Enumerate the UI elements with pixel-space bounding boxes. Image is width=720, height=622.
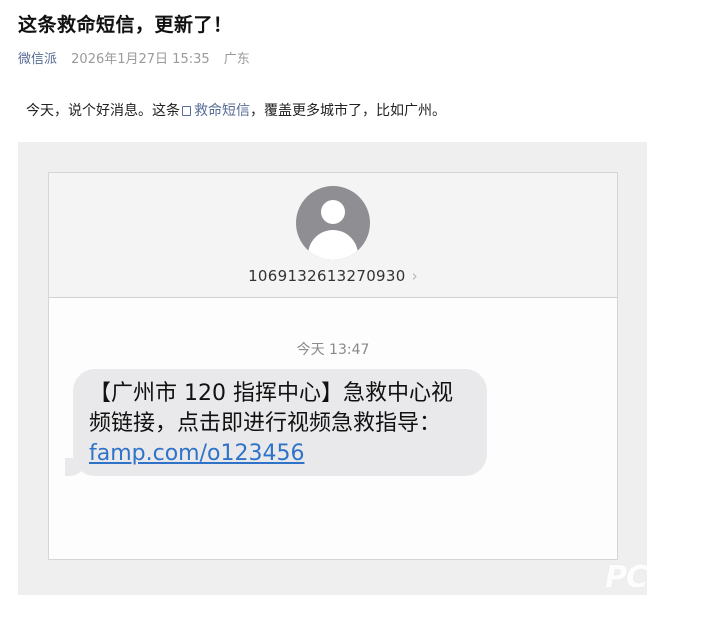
site-watermark: PC bbox=[604, 560, 647, 595]
message-timestamp: 今天 13:47 bbox=[296, 342, 370, 358]
intro-paragraph: 今天，说个好消息。这条 救命短信，覆盖更多城市了，比如广州。 bbox=[26, 100, 446, 120]
person-avatar-icon bbox=[296, 186, 370, 260]
message-url-link[interactable]: famp.com/o123456 bbox=[89, 439, 471, 469]
sms-conversation: 1069132613270930 › 今天 13:47 【广州市 120 指挥中心… bbox=[48, 172, 618, 560]
message-line-1: 【广州市 120 指挥中心】急救中心视 bbox=[89, 381, 453, 406]
link-doc-icon bbox=[182, 106, 191, 116]
sender-number-text: 1069132613270930 bbox=[248, 267, 406, 285]
author-link[interactable]: 微信派 bbox=[18, 52, 57, 67]
publish-location: 广东 bbox=[223, 52, 250, 67]
conversation-header[interactable]: 1069132613270930 › bbox=[49, 173, 617, 298]
sender-number: 1069132613270930 › bbox=[49, 267, 617, 285]
message-line-2: 频链接，点击即进行视频急救指导： bbox=[89, 411, 442, 436]
intro-text-after: ，覆盖更多城市了，比如广州。 bbox=[250, 103, 446, 119]
intro-link[interactable]: 救命短信 bbox=[180, 103, 250, 119]
article-title: 这条救命短信，更新了！ bbox=[18, 14, 233, 36]
article-meta: 微信派 2026年1月27日 15:35 广东 bbox=[18, 48, 250, 67]
publish-date: 2026年1月27日 15:35 bbox=[71, 52, 210, 67]
intro-link-label: 救命短信 bbox=[194, 103, 250, 119]
message-bubble[interactable]: 【广州市 120 指挥中心】急救中心视 频链接，点击即进行视频急救指导： fam… bbox=[55, 369, 487, 476]
chevron-right-icon: › bbox=[411, 267, 418, 285]
intro-text-before: 今天，说个好消息。这条 bbox=[26, 103, 180, 119]
sms-screenshot-image: 1069132613270930 › 今天 13:47 【广州市 120 指挥中心… bbox=[18, 142, 647, 595]
